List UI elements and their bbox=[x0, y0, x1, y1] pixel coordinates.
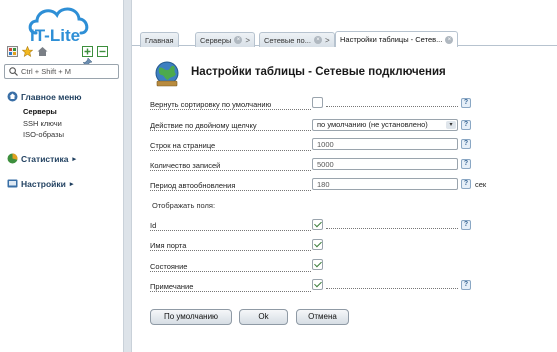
double-click-select[interactable]: по умолчанию (не установлено) ▾ bbox=[312, 119, 458, 131]
home-icon bbox=[7, 91, 18, 102]
divider bbox=[150, 130, 311, 131]
divider bbox=[326, 106, 458, 107]
refresh-period-label: Период автообновления bbox=[150, 181, 236, 190]
grid-icon[interactable] bbox=[7, 46, 18, 57]
menu-section-statistics[interactable]: Статистика ▸ bbox=[7, 153, 76, 164]
divider bbox=[150, 250, 311, 251]
chevron-down-icon[interactable]: ▾ bbox=[446, 121, 456, 129]
tab-label: Серверы bbox=[200, 35, 232, 45]
tab-servers[interactable]: Серверы × > bbox=[195, 32, 256, 47]
home-icon[interactable] bbox=[37, 46, 48, 57]
double-click-select-value: по умолчанию (не установлено) bbox=[317, 120, 428, 129]
field-note-label: Примечание bbox=[150, 282, 194, 291]
help-icon[interactable]: ? bbox=[461, 159, 471, 169]
cancel-button[interactable]: Отмена bbox=[296, 309, 349, 325]
close-icon[interactable]: × bbox=[313, 36, 322, 44]
chevron-right-icon: ▸ bbox=[69, 180, 74, 188]
refresh-period-input[interactable] bbox=[312, 178, 458, 190]
it-lite-logo[interactable]: IT-Lite bbox=[26, 3, 96, 43]
star-icon[interactable] bbox=[22, 46, 34, 57]
tab-label: Сетевые по... bbox=[264, 35, 311, 45]
help-icon[interactable]: ? bbox=[461, 139, 471, 149]
record-count-label: Количество записей bbox=[150, 161, 221, 170]
menu-search[interactable] bbox=[4, 64, 119, 79]
rows-per-page-input[interactable] bbox=[312, 138, 458, 150]
chevron-right-icon: ▸ bbox=[72, 155, 77, 163]
breadcrumb-separator: > bbox=[245, 35, 251, 45]
sidebar: IT-Lite Ctrl + Shift + M Главное меню Се… bbox=[0, 0, 123, 352]
default-button[interactable]: По умолчанию bbox=[150, 309, 232, 325]
field-port-name-label: Имя порта bbox=[150, 241, 187, 250]
field-state-checkbox[interactable] bbox=[312, 259, 323, 270]
divider bbox=[326, 228, 458, 229]
help-icon[interactable]: ? bbox=[461, 280, 471, 290]
help-icon[interactable]: ? bbox=[461, 120, 471, 130]
sidebar-splitter[interactable] bbox=[123, 0, 132, 352]
help-icon[interactable]: ? bbox=[461, 179, 471, 189]
logo-text: IT-Lite bbox=[30, 26, 80, 43]
sidebar-item-ssh-keys[interactable]: SSH ключи bbox=[23, 119, 62, 128]
menu-section-main[interactable]: Главное меню bbox=[7, 91, 82, 102]
field-id-label: Id bbox=[150, 221, 157, 230]
divider bbox=[150, 190, 311, 191]
menu-section-label: Главное меню bbox=[21, 91, 82, 102]
settings-icon bbox=[7, 179, 18, 188]
reset-sort-label: Вернуть сортировку по умолчанию bbox=[150, 100, 272, 109]
statistics-icon bbox=[7, 153, 18, 164]
close-icon[interactable]: × bbox=[445, 35, 454, 44]
breadcrumb-separator: > bbox=[324, 35, 330, 45]
double-click-label: Действие по двойному щелчку bbox=[150, 121, 257, 130]
sidebar-toolbar bbox=[7, 46, 50, 57]
field-id-checkbox[interactable] bbox=[312, 219, 323, 230]
tab-network-connections[interactable]: Сетевые по... × > bbox=[259, 32, 335, 47]
field-state-label: Состояние bbox=[150, 262, 188, 271]
field-port-name-checkbox[interactable] bbox=[312, 239, 323, 250]
tab-bar: Главная Серверы × > Сетевые по... × > На… bbox=[132, 30, 557, 47]
divider bbox=[150, 150, 311, 151]
page-title: Настройки таблицы - Сетевые подключения bbox=[191, 66, 446, 78]
divider bbox=[150, 291, 311, 292]
divider bbox=[326, 288, 458, 289]
menu-section-label: Настройки bbox=[21, 178, 66, 189]
reset-sort-checkbox[interactable] bbox=[312, 97, 323, 108]
search-icon bbox=[9, 67, 18, 76]
display-fields-heading: Отображать поля: bbox=[152, 201, 216, 210]
menu-section-label: Статистика bbox=[21, 153, 69, 164]
collapse-all-icon[interactable] bbox=[97, 46, 109, 57]
sidebar-item-iso-images[interactable]: ISO-образы bbox=[23, 130, 64, 139]
tab-table-settings[interactable]: Настройки таблицы - Сетев... × bbox=[335, 31, 459, 47]
divider bbox=[150, 109, 311, 110]
expand-all-icon[interactable] bbox=[82, 46, 93, 57]
divider bbox=[150, 170, 311, 171]
sidebar-item-servers[interactable]: Серверы bbox=[23, 107, 57, 116]
divider bbox=[150, 271, 311, 272]
tab-label: Настройки таблицы - Сетев... bbox=[340, 35, 443, 44]
help-icon[interactable]: ? bbox=[461, 98, 471, 108]
rows-per-page-label: Строк на странице bbox=[150, 141, 216, 150]
tab-home[interactable]: Главная bbox=[140, 32, 179, 47]
refresh-period-unit: сек bbox=[475, 180, 487, 189]
menu-section-settings[interactable]: Настройки ▸ bbox=[7, 178, 73, 189]
help-icon[interactable]: ? bbox=[461, 220, 471, 230]
tab-label: Главная bbox=[145, 35, 174, 45]
globe-settings-icon bbox=[155, 61, 179, 87]
menu-search-input[interactable] bbox=[21, 66, 117, 77]
record-count-input[interactable] bbox=[312, 158, 458, 170]
close-icon[interactable]: × bbox=[234, 36, 243, 44]
field-note-checkbox[interactable] bbox=[312, 279, 323, 290]
divider bbox=[150, 230, 311, 231]
ok-button[interactable]: Ok bbox=[239, 309, 288, 325]
